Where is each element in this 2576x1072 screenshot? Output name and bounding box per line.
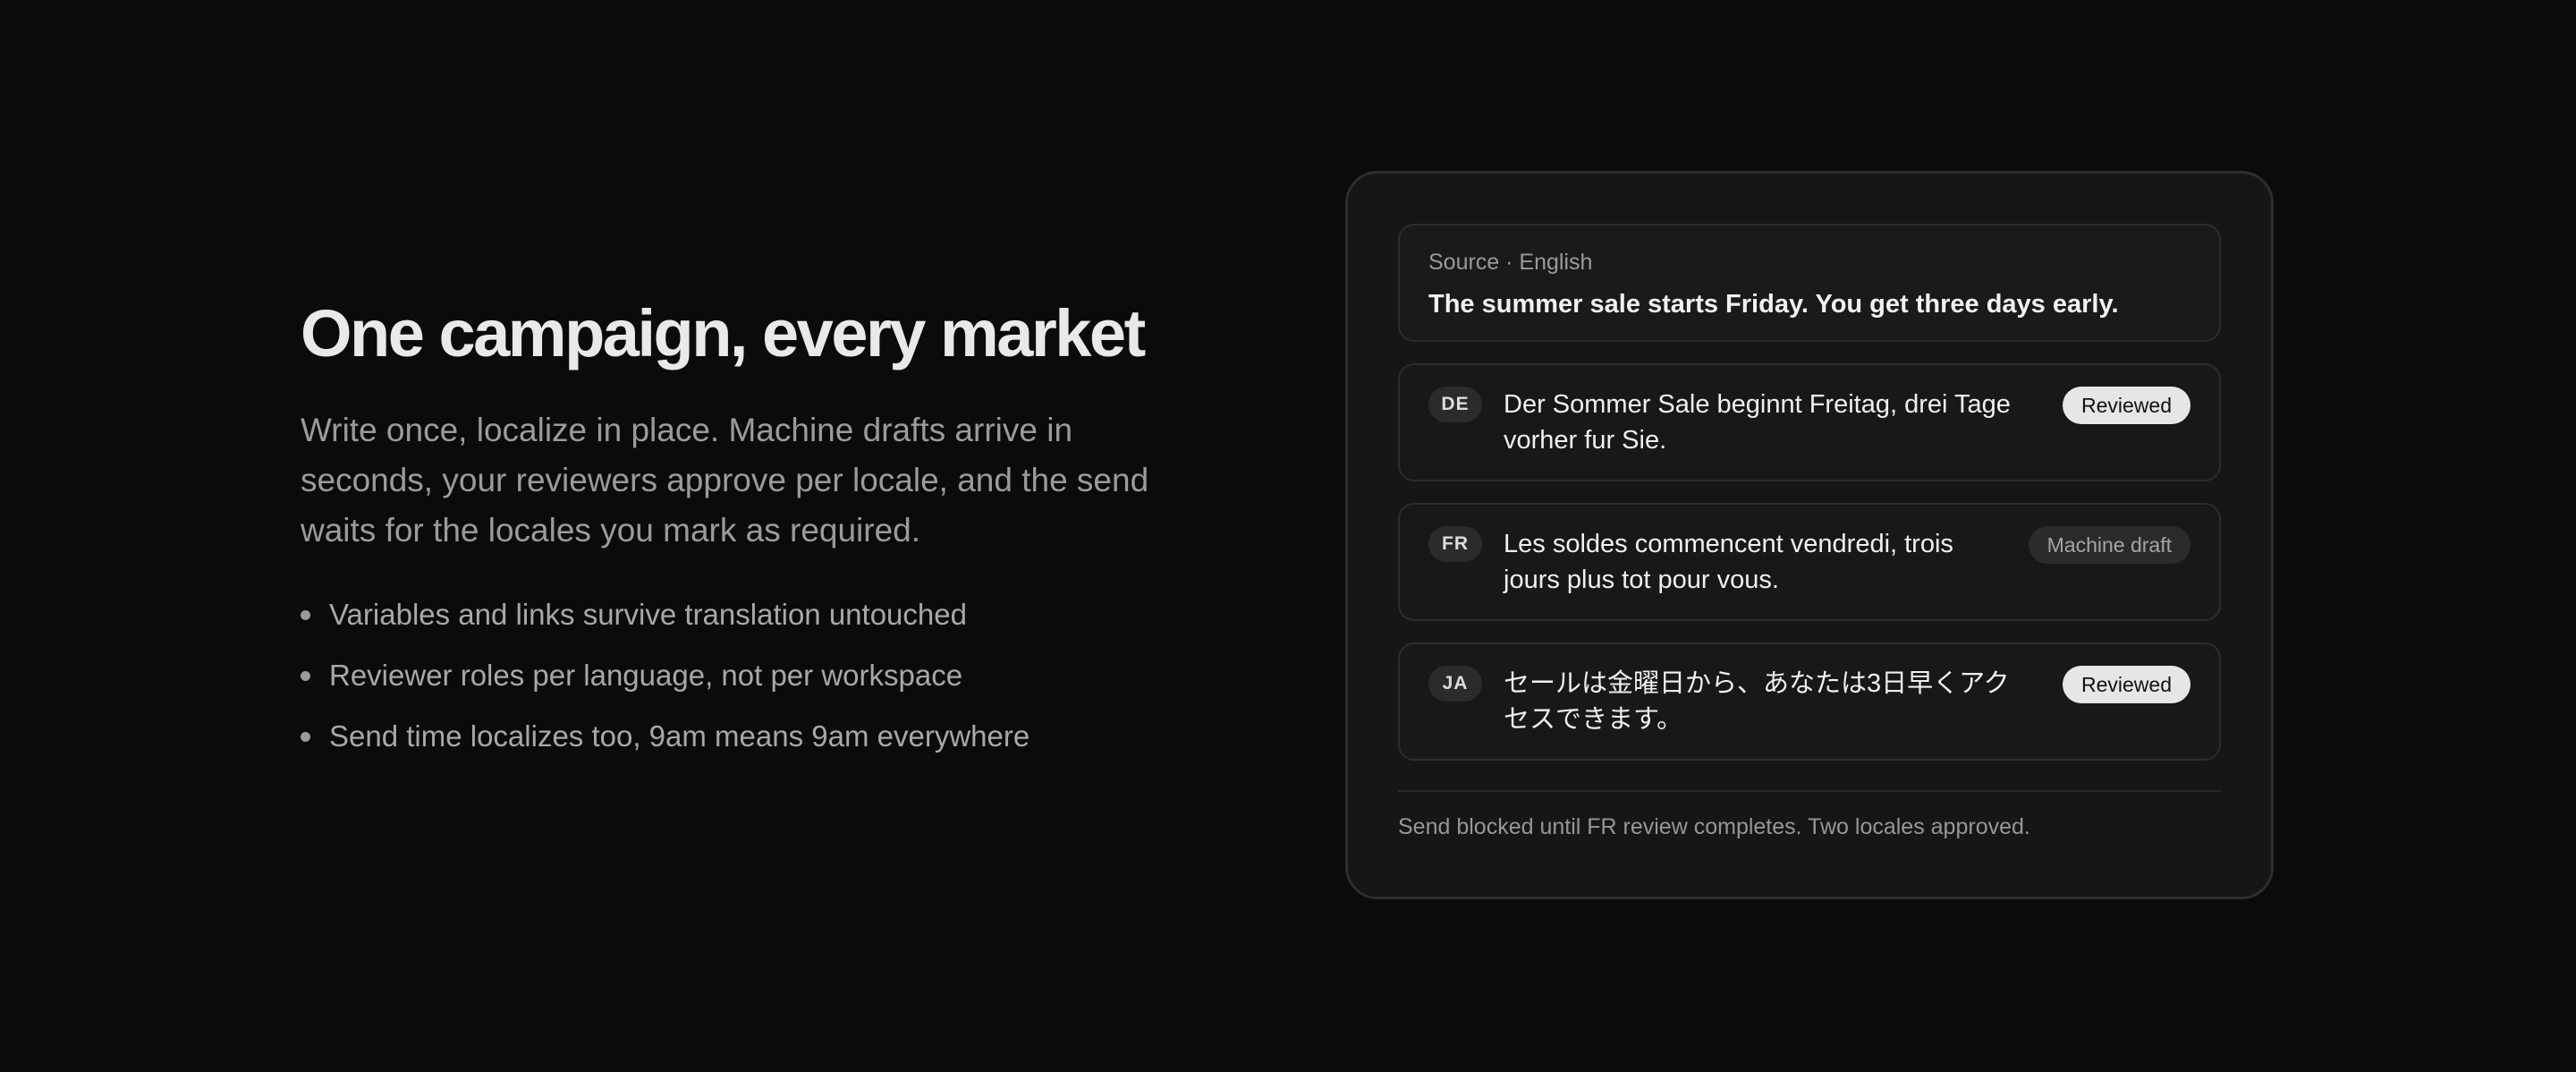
locale-row-fr[interactable]: FR Les soldes commencent vendredi, trois… — [1398, 503, 2221, 621]
locale-row-de[interactable]: DE Der Sommer Sale beginnt Freitag, drei… — [1398, 363, 2221, 481]
feature-list: Variables and links survive translation … — [301, 597, 1195, 754]
locale-code-badge: FR — [1428, 526, 1482, 562]
feature-text: Send time localizes too, 9am means 9am e… — [329, 719, 1030, 753]
feature-item: Send time localizes too, 9am means 9am e… — [301, 719, 1195, 754]
feature-item: Variables and links survive translation … — [301, 597, 1195, 633]
source-message: Source · English The summer sale starts … — [1398, 224, 2221, 342]
card-divider — [1398, 790, 2221, 792]
feature-item: Reviewer roles per language, not per wor… — [301, 658, 1195, 693]
source-text: The summer sale starts Friday. You get t… — [1428, 290, 2119, 319]
page-title: One campaign, every market — [301, 296, 1146, 370]
hero-description: Write once, localize in place. Machine d… — [301, 412, 1149, 549]
bullet-dot-icon — [301, 732, 310, 743]
locale-translation: セールは金曜日から、あなたは3日早くアクセスできます。 — [1504, 669, 2010, 734]
source-label: Source · English — [1428, 250, 1593, 275]
locale-row-ja[interactable]: JA セールは金曜日から、あなたは3日早くアクセスできます。 Reviewed — [1398, 642, 2221, 761]
hero-section: One campaign, every market Write once, l… — [301, 295, 1195, 779]
status-badge: Machine draft — [2028, 526, 2190, 564]
locale-translation: Der Sommer Sale beginnt Freitag, drei Ta… — [1504, 390, 2011, 455]
localization-card: Source · English The summer sale starts … — [1345, 171, 2274, 899]
status-badge: Reviewed — [2063, 666, 2190, 703]
status-badge: Reviewed — [2063, 387, 2190, 424]
locale-code-badge: DE — [1428, 387, 1482, 422]
send-status-note: Send blocked until FR review completes. … — [1398, 814, 2030, 839]
bullet-dot-icon — [301, 610, 310, 621]
locale-translation: Les soldes commencent vendredi, trois jo… — [1504, 530, 1953, 594]
feature-text: Variables and links survive translation … — [329, 598, 967, 632]
feature-text: Reviewer roles per language, not per wor… — [329, 659, 963, 693]
locale-code-badge: JA — [1428, 666, 1482, 702]
bullet-dot-icon — [301, 671, 310, 682]
